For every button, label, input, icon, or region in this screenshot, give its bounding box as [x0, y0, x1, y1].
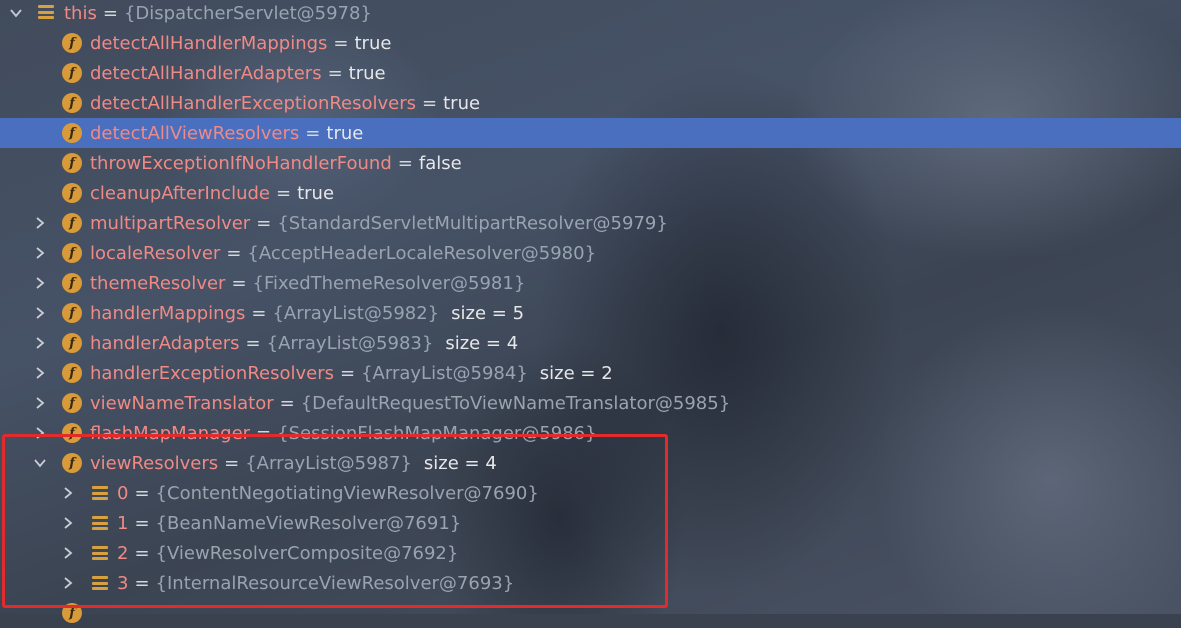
equals-sign: =: [305, 122, 321, 144]
field-name: cleanupAfterInclude: [90, 182, 270, 204]
field-icon: f: [62, 393, 82, 413]
field-name: handlerExceptionResolvers: [90, 362, 335, 384]
field-name: multipartResolver: [90, 212, 251, 234]
field-value: {ArrayList@5984}: [361, 362, 528, 384]
tree-row-detectAllHandlerAdapters[interactable]: f detectAllHandlerAdapters = true: [0, 58, 1181, 88]
tree-row-multipartResolver[interactable]: f multipartResolver = {StandardServletMulti…: [0, 208, 1181, 238]
field-value: true: [326, 122, 364, 144]
equals-sign: =: [256, 212, 272, 234]
field-name: detectAllHandlerAdapters: [90, 62, 322, 84]
tree-row-detectAllHandlerMappings[interactable]: f detectAllHandlerMappings = true: [0, 28, 1181, 58]
tree-row-handlerAdapters[interactable]: f handlerAdapters = {ArrayList@5983} size = …: [0, 328, 1181, 358]
field-name: viewNameTranslator: [90, 392, 274, 414]
tree-row-localeResolver[interactable]: f localeResolver = {AcceptHeaderLocaleResol…: [0, 238, 1181, 268]
field-name: localeResolver: [90, 242, 221, 264]
chevron-right-icon[interactable]: [30, 213, 50, 233]
field-value: true: [443, 92, 481, 114]
collection-size: size = 2: [539, 362, 613, 384]
field-icon: f: [62, 93, 82, 113]
field-name: throwExceptionIfNoHandlerFound: [90, 152, 392, 174]
tree-row-throwExceptionIfNoHandlerFound[interactable]: f throwExceptionIfNoHandlerFound = false: [0, 148, 1181, 178]
chevron-right-icon[interactable]: [30, 363, 50, 383]
field-value: {ArrayList@5983}: [266, 332, 434, 354]
equals-sign: =: [340, 362, 356, 384]
field-name: themeResolver: [90, 272, 226, 294]
equals-sign: =: [251, 302, 267, 324]
field-value: {FixedThemeResolver@5981}: [252, 272, 526, 294]
tree-row-cleanupAfterInclude[interactable]: f cleanupAfterInclude = true: [0, 178, 1181, 208]
field-icon: f: [62, 153, 82, 173]
equals-sign: =: [422, 92, 438, 114]
collection-size: size = 4: [445, 332, 519, 354]
variable-value: {DispatcherServlet@5978}: [123, 2, 372, 24]
field-icon: f: [62, 213, 82, 233]
field-value: {AcceptHeaderLocaleResolver@5980}: [247, 242, 597, 264]
field-icon: f: [62, 333, 82, 353]
field-value: false: [418, 152, 462, 174]
field-value: true: [297, 182, 335, 204]
field-name: detectAllViewResolvers: [90, 122, 300, 144]
field-value: {ArrayList@5982}: [272, 302, 440, 324]
variable-name: this: [64, 2, 97, 24]
field-name: detectAllHandlerExceptionResolvers: [90, 92, 417, 114]
field-icon: f: [62, 303, 82, 323]
equals-sign: =: [276, 182, 292, 204]
field-name: handlerAdapters: [90, 332, 240, 354]
field-value: true: [348, 62, 386, 84]
field-icon: f: [62, 183, 82, 203]
collection-size: size = 5: [451, 302, 525, 324]
chevron-right-icon[interactable]: [30, 333, 50, 353]
field-icon: f: [62, 363, 82, 383]
equals-sign: =: [231, 272, 247, 294]
equals-sign: =: [279, 392, 295, 414]
field-icon: f: [62, 33, 82, 53]
field-value: {DefaultRequestToViewNameTranslator@5985…: [300, 392, 731, 414]
red-highlight-annotation: [2, 434, 668, 608]
equals-sign: =: [397, 152, 413, 174]
chevron-down-icon[interactable]: [6, 3, 26, 23]
field-icon: f: [62, 273, 82, 293]
field-icon: f: [62, 243, 82, 263]
tree-row-themeResolver[interactable]: f themeResolver = {FixedThemeResolver@5981}: [0, 268, 1181, 298]
equals-sign: =: [226, 242, 242, 264]
chevron-right-icon[interactable]: [30, 273, 50, 293]
chevron-right-icon[interactable]: [30, 243, 50, 263]
tree-row-detectAllHandlerExceptionResolvers[interactable]: f detectAllHandlerExceptionResolvers = true: [0, 88, 1181, 118]
equals-sign: =: [102, 2, 118, 24]
equals-sign: =: [327, 62, 343, 84]
tree-row-handlerExceptionResolvers[interactable]: f handlerExceptionResolvers = {ArrayList@59…: [0, 358, 1181, 388]
chevron-right-icon[interactable]: [30, 303, 50, 323]
tree-row-viewNameTranslator[interactable]: f viewNameTranslator = {DefaultRequestToVie…: [0, 388, 1181, 418]
tree-row-detectAllViewResolvers[interactable]: f detectAllViewResolvers = true: [0, 118, 1181, 148]
equals-sign: =: [245, 332, 261, 354]
field-value: {StandardServletMultipartResolver@5979}: [277, 212, 668, 234]
equals-sign: =: [333, 32, 349, 54]
field-icon: f: [62, 123, 82, 143]
tree-row-this[interactable]: this = {DispatcherServlet@5978}: [0, 0, 1181, 28]
chevron-right-icon[interactable]: [30, 393, 50, 413]
debugger-variables-tree: this = {DispatcherServlet@5978} f detectA…: [0, 0, 1181, 623]
field-value: true: [354, 32, 392, 54]
field-name: detectAllHandlerMappings: [90, 32, 328, 54]
field-icon: f: [62, 63, 82, 83]
object-icon: [38, 5, 54, 19]
tree-row-handlerMappings[interactable]: f handlerMappings = {ArrayList@5982} size = …: [0, 298, 1181, 328]
field-name: handlerMappings: [90, 302, 246, 324]
